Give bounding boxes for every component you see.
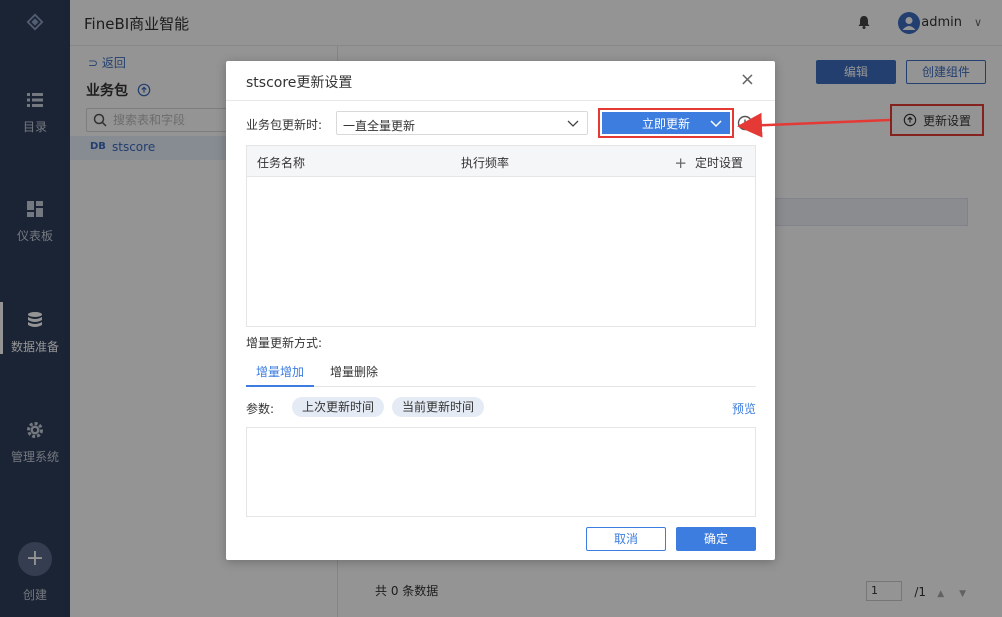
update-mode-value: 一直全量更新 (343, 119, 416, 133)
package-update-label: 业务包更新时: (246, 118, 323, 132)
param-chip-last-update[interactable]: 上次更新时间 (292, 397, 385, 417)
params-label: 参数: (246, 402, 275, 416)
col-task-name: 任务名称 (257, 156, 306, 170)
update-now-highlight: 立即更新 (598, 108, 734, 138)
tab-incremental-delete[interactable]: 增量删除 (320, 363, 388, 387)
cancel-button[interactable]: 取消 (586, 527, 666, 551)
task-table: 任务名称 执行频率 + 定时设置 (246, 145, 756, 327)
dialog-title: stscore更新设置 (246, 75, 353, 91)
ok-button[interactable]: 确定 (676, 527, 756, 551)
history-icon[interactable] (737, 115, 753, 131)
incremental-tabs: 增量增加 增量删除 (246, 359, 756, 387)
param-chip-current-update[interactable]: 当前更新时间 (392, 397, 485, 417)
dialog-header: stscore更新设置 × (226, 61, 775, 101)
update-settings-dialog: stscore更新设置 × 业务包更新时: 一直全量更新 立即更新 任务名称 执… (226, 61, 775, 560)
add-schedule-label: 定时设置 (694, 156, 743, 170)
update-now-button[interactable]: 立即更新 (602, 112, 730, 134)
preview-link[interactable]: 预览 (732, 400, 756, 417)
task-table-header: 任务名称 执行频率 + 定时设置 (247, 146, 755, 177)
update-now-label: 立即更新 (641, 116, 690, 131)
incremental-label: 增量更新方式: (246, 336, 323, 350)
chevron-down-icon[interactable] (710, 117, 722, 129)
add-schedule-button[interactable]: + 定时设置 (674, 154, 743, 171)
chevron-down-icon (567, 120, 579, 127)
update-mode-select[interactable]: 一直全量更新 (336, 111, 588, 135)
sql-editor[interactable] (246, 427, 756, 517)
col-frequency: 执行频率 (461, 156, 510, 170)
close-icon[interactable]: × (740, 71, 755, 89)
plus-icon: + (674, 153, 687, 172)
tab-incremental-add[interactable]: 增量增加 (246, 363, 315, 387)
